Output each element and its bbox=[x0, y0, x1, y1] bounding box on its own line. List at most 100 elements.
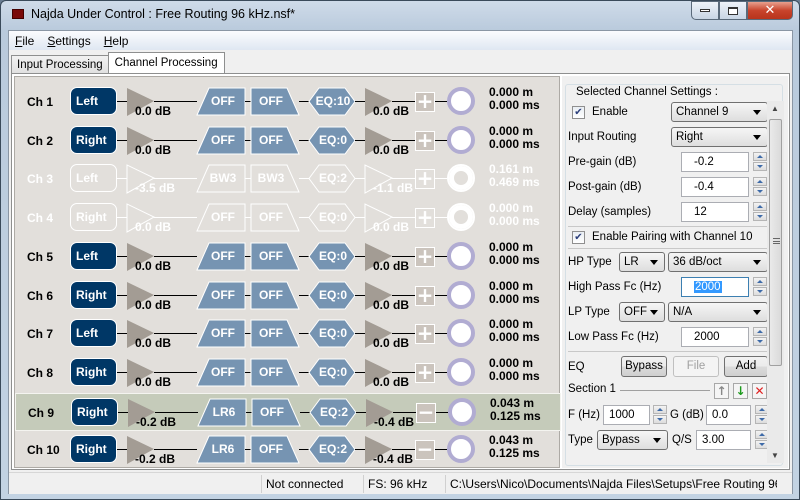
spin-up-icon[interactable] bbox=[753, 202, 767, 211]
lp-type-select[interactable]: OFF bbox=[619, 302, 665, 322]
move-up-icon[interactable]: ↑ bbox=[714, 383, 729, 399]
delay-ring-icon[interactable] bbox=[447, 319, 475, 348]
channel-row[interactable]: Ch 1 Left 0.0 dB OFF OFF EQ:10 0.0 dB + … bbox=[15, 83, 561, 121]
scroll-down-icon[interactable]: ▼ bbox=[771, 451, 779, 460]
delay-ring-icon[interactable] bbox=[447, 241, 475, 270]
gain-db-label: G (dB) bbox=[670, 409, 704, 421]
polarity-plus-icon[interactable]: + bbox=[415, 168, 435, 190]
delay-spinner[interactable] bbox=[753, 202, 767, 222]
spin-up-icon[interactable] bbox=[653, 405, 667, 414]
channel-row[interactable]: Ch 9 Right -0.2 dB LR6 OFF EQ:2 -0.4 dB … bbox=[15, 392, 561, 431]
eq-file-button[interactable]: File bbox=[673, 356, 719, 377]
input-routing-button[interactable]: Left bbox=[70, 319, 117, 348]
close-button[interactable]: ✕ bbox=[747, 1, 793, 20]
channel-row[interactable]: Ch 10 Right -0.2 dB LR6 OFF EQ:2 -0.4 dB… bbox=[15, 431, 561, 469]
spin-up-icon[interactable] bbox=[753, 327, 767, 336]
channel-row[interactable]: Ch 7 Left 0.0 dB OFF OFF EQ:0 0.0 dB + 0… bbox=[15, 315, 561, 353]
hp-type-select[interactable]: LR bbox=[619, 252, 665, 272]
eq-label: EQ bbox=[568, 361, 585, 373]
eq-type-select[interactable]: Bypass bbox=[597, 430, 668, 450]
polarity-plus-icon[interactable]: + bbox=[415, 362, 435, 383]
polarity-plus-icon[interactable]: + bbox=[415, 323, 435, 345]
input-routing-button[interactable]: Right bbox=[70, 203, 117, 232]
input-routing-button[interactable]: Right bbox=[70, 125, 117, 154]
spin-down-icon[interactable] bbox=[753, 287, 767, 296]
gain-db-input[interactable]: 0.0 bbox=[706, 405, 751, 425]
channel-row[interactable]: Ch 2 Right 0.0 dB OFF OFF EQ:0 0.0 dB + … bbox=[15, 122, 561, 160]
tab-channel-processing[interactable]: Channel Processing bbox=[107, 52, 225, 74]
input-routing-button[interactable]: Right bbox=[70, 280, 117, 309]
pre-gain-input[interactable]: -0.2 bbox=[681, 152, 749, 172]
input-routing-button[interactable]: Right bbox=[71, 397, 118, 426]
qs-input[interactable]: 3.00 bbox=[696, 430, 751, 450]
input-routing-button[interactable]: Right bbox=[70, 435, 117, 464]
spin-up-icon[interactable] bbox=[753, 177, 767, 186]
freq-spinner[interactable] bbox=[653, 405, 667, 425]
hp-fc-spinner[interactable] bbox=[753, 277, 767, 297]
post-gain-value: 0.0 dB bbox=[373, 297, 410, 312]
minimize-button[interactable] bbox=[691, 1, 719, 20]
delay-readout: 0.000 m 0.000 ms bbox=[489, 124, 540, 151]
spin-down-icon[interactable] bbox=[653, 415, 667, 424]
channel-label: Ch 5 bbox=[27, 249, 54, 264]
channel-row[interactable]: Ch 6 Right 0.0 dB OFF OFF EQ:0 0.0 dB + … bbox=[15, 277, 561, 315]
spin-down-icon[interactable] bbox=[753, 162, 767, 171]
post-gain-input[interactable]: -0.4 bbox=[681, 177, 749, 197]
freq-input[interactable]: 1000 bbox=[603, 405, 650, 425]
delay-ring-icon[interactable] bbox=[447, 125, 475, 154]
delay-input[interactable]: 12 bbox=[681, 202, 749, 222]
post-gain-spinner[interactable] bbox=[753, 177, 767, 197]
input-routing-button[interactable]: Left bbox=[70, 87, 117, 115]
hp-filter-label: OFF bbox=[211, 248, 235, 263]
spin-up-icon[interactable] bbox=[753, 277, 767, 286]
delay-ring-icon[interactable] bbox=[448, 397, 476, 426]
channel-row[interactable]: Ch 5 Left 0.0 dB OFF OFF EQ:0 0.0 dB + 0… bbox=[15, 238, 561, 276]
scrollbar-thumb[interactable] bbox=[769, 119, 782, 366]
polarity-plus-icon[interactable]: + bbox=[415, 91, 435, 112]
spin-down-icon[interactable] bbox=[753, 337, 767, 346]
channel-select[interactable]: Channel 9 bbox=[671, 102, 768, 122]
lp-fc-input[interactable]: 2000 bbox=[681, 327, 749, 347]
tab-input-processing[interactable]: Input Processing bbox=[11, 55, 109, 74]
pairing-checkbox[interactable]: ✔ bbox=[572, 231, 585, 244]
delay-ring-icon[interactable] bbox=[447, 357, 475, 386]
scroll-up-icon[interactable]: ▲ bbox=[771, 104, 779, 113]
eq-add-button[interactable]: Add bbox=[724, 356, 768, 377]
maximize-button[interactable] bbox=[719, 1, 747, 20]
delay-ring-icon[interactable] bbox=[447, 87, 475, 115]
lp-fc-spinner[interactable] bbox=[753, 327, 767, 347]
pre-gain-spinner[interactable] bbox=[753, 152, 767, 172]
channel-row[interactable]: Ch 4 Right 0.0 dB OFF OFF EQ:0 0.0 dB + … bbox=[15, 199, 561, 237]
polarity-minus-icon[interactable]: − bbox=[415, 439, 435, 461]
polarity-minus-icon[interactable]: − bbox=[416, 402, 436, 423]
spin-down-icon[interactable] bbox=[753, 212, 767, 221]
menu-help[interactable]: Help bbox=[104, 34, 129, 48]
lp-slope-select[interactable]: N/A bbox=[668, 302, 768, 322]
hp-slope-select[interactable]: 36 dB/oct bbox=[668, 252, 768, 272]
menu-file[interactable]: File bbox=[15, 34, 34, 48]
delete-section-icon[interactable]: ✕ bbox=[752, 383, 767, 399]
menu-settings[interactable]: Settings bbox=[47, 34, 90, 48]
pre-gain-value: -3.5 dB bbox=[135, 181, 176, 196]
spin-up-icon[interactable] bbox=[753, 152, 767, 161]
hp-fc-input[interactable]: 2000 bbox=[681, 277, 749, 297]
polarity-plus-icon[interactable]: + bbox=[415, 246, 435, 267]
polarity-plus-icon[interactable]: + bbox=[415, 130, 435, 151]
channel-row[interactable]: Ch 8 Right 0.0 dB OFF OFF EQ:0 0.0 dB + … bbox=[15, 354, 561, 392]
channel-row[interactable]: Ch 3 Left -3.5 dB BW3 BW3 EQ:2 -1.1 dB +… bbox=[15, 160, 561, 198]
input-routing-button[interactable]: Right bbox=[70, 357, 117, 386]
spin-down-icon[interactable] bbox=[753, 187, 767, 196]
polarity-plus-icon[interactable]: + bbox=[415, 285, 435, 306]
input-routing-select[interactable]: Right bbox=[671, 127, 768, 147]
delay-ring-icon[interactable] bbox=[447, 203, 475, 232]
lp-filter-label: OFF bbox=[260, 404, 284, 419]
input-routing-button[interactable]: Left bbox=[70, 164, 117, 193]
enable-checkbox[interactable]: ✔ bbox=[572, 106, 585, 119]
hp-filter-label: OFF bbox=[211, 132, 235, 147]
polarity-plus-icon[interactable]: + bbox=[415, 207, 435, 229]
eq-bypass-button[interactable]: Bypass bbox=[621, 356, 667, 377]
settings-scrollbar[interactable]: ▲ ▼ bbox=[767, 101, 784, 463]
input-routing-button[interactable]: Left bbox=[70, 241, 117, 270]
move-down-icon[interactable]: ↓ bbox=[733, 383, 748, 399]
delay-ring-icon[interactable] bbox=[447, 280, 475, 309]
